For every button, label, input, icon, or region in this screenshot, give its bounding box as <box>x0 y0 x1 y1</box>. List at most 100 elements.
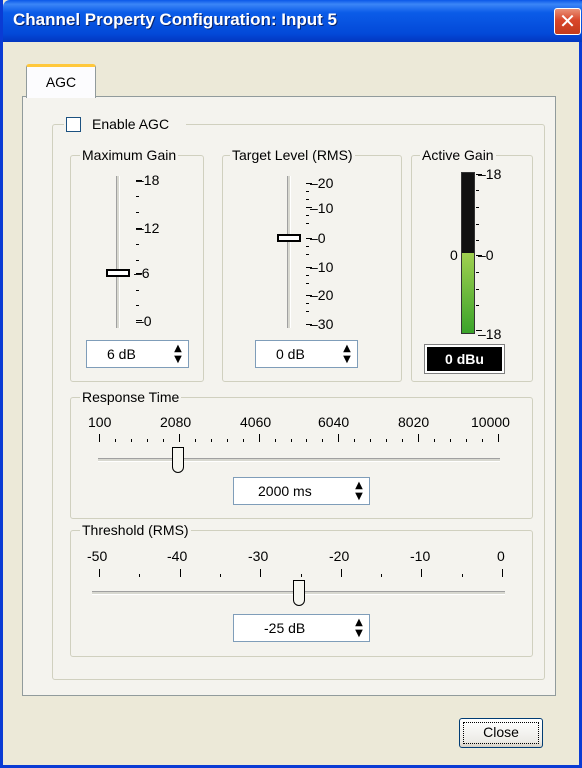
response-time-scale-label: 6040 <box>318 414 350 430</box>
close-button[interactable]: Close <box>459 718 543 748</box>
tick <box>306 254 309 255</box>
tick <box>306 303 309 304</box>
tick <box>434 439 436 442</box>
target-level-spin-buttons: ▲ ▼ <box>339 343 355 365</box>
active-gain-readout: 0 dBu <box>424 344 505 374</box>
spin-down-icon[interactable]: ▼ <box>170 354 186 365</box>
spin-up-icon[interactable]: ▲ <box>351 480 367 491</box>
tick <box>194 439 196 442</box>
tick <box>136 260 139 261</box>
response-time-slider-thumb[interactable] <box>172 447 184 473</box>
active-gain-legend: Active Gain <box>420 147 496 163</box>
response-time-spin-buttons: ▲ ▼ <box>351 480 367 502</box>
maximum-gain-stepper[interactable]: 6 dB ▲ ▼ <box>86 340 189 368</box>
threshold-slider-thumb[interactable] <box>293 580 305 606</box>
tick <box>306 199 309 200</box>
threshold-scale-label: -40 <box>167 548 188 564</box>
tick <box>178 434 180 442</box>
maximum-gain-value: 6 dB <box>107 346 136 362</box>
tick <box>274 439 276 442</box>
tick <box>99 569 100 577</box>
tick <box>502 569 503 577</box>
spin-up-icon[interactable]: ▲ <box>339 343 355 354</box>
maximum-gain-track <box>116 176 120 328</box>
threshold-scale-label: -30 <box>248 548 269 564</box>
response-time-value: 2000 ms <box>258 483 312 499</box>
response-time-scale-label: 100 <box>88 414 112 430</box>
spin-up-icon[interactable]: ▲ <box>170 343 186 354</box>
tick <box>258 434 260 442</box>
spin-down-icon[interactable]: ▼ <box>351 491 367 502</box>
tick <box>306 246 309 247</box>
title-bar[interactable]: Channel Property Configuration: Input 5 … <box>3 0 582 42</box>
tick <box>130 439 132 442</box>
spin-down-icon[interactable]: ▼ <box>351 628 367 639</box>
tick <box>306 439 308 442</box>
target-level-track <box>287 176 291 328</box>
tab-agc[interactable]: AGC <box>26 64 96 98</box>
tick <box>421 569 423 577</box>
response-time-scale-label: 10000 <box>471 414 510 430</box>
target-level-legend: Target Level (RMS) <box>230 147 355 163</box>
tick <box>306 283 309 284</box>
threshold-value: -25 dB <box>264 620 306 636</box>
maximum-gain-scale-label: –12 <box>136 220 160 236</box>
spin-down-icon[interactable]: ▼ <box>339 354 355 365</box>
threshold-legend: Threshold (RMS) <box>80 522 191 538</box>
tick <box>450 439 452 442</box>
close-icon[interactable]: ✕ <box>554 8 581 35</box>
tick <box>466 439 468 442</box>
target-level-scale-label: –10 <box>310 259 334 275</box>
tick <box>418 434 420 442</box>
tick <box>340 569 342 577</box>
target-level-scale-label: –0 <box>310 230 326 246</box>
tick <box>306 191 309 192</box>
response-time-scale-label: 8020 <box>398 414 430 430</box>
active-gain-zero-label: 0 <box>450 247 458 263</box>
response-time-legend: Response Time <box>80 389 182 405</box>
maximum-gain-legend: Maximum Gain <box>80 147 179 163</box>
tick <box>306 311 309 312</box>
tick <box>498 434 499 442</box>
tick <box>162 439 164 442</box>
tick <box>386 439 388 442</box>
tick <box>306 223 309 224</box>
tick <box>306 275 309 276</box>
tick <box>300 574 302 577</box>
tick <box>210 439 212 442</box>
enable-agc-checkbox[interactable] <box>66 117 81 132</box>
tick <box>476 207 479 208</box>
tick <box>381 574 383 577</box>
tick <box>136 196 139 197</box>
active-gain-scale-label: –18 <box>478 166 502 182</box>
tick <box>114 439 116 442</box>
active-gain-meter <box>461 172 475 334</box>
response-time-stepper[interactable]: 2000 ms ▲ ▼ <box>233 477 370 505</box>
maximum-gain-slider-thumb[interactable] <box>106 269 130 277</box>
tick <box>370 439 372 442</box>
tick <box>476 305 479 306</box>
tick <box>476 190 479 191</box>
tick <box>136 244 139 245</box>
tick <box>226 439 228 442</box>
tick <box>242 439 244 442</box>
tick <box>136 305 139 306</box>
tick <box>136 212 139 213</box>
spin-up-icon[interactable]: ▲ <box>351 617 367 628</box>
response-time-scale-label: 4060 <box>240 414 272 430</box>
maximum-gain-scale-label: –6 <box>134 265 150 281</box>
tick <box>146 439 148 442</box>
threshold-spin-buttons: ▲ ▼ <box>351 617 367 639</box>
tick <box>99 434 100 442</box>
target-level-slider-thumb[interactable] <box>277 234 301 242</box>
threshold-scale-label: -10 <box>410 548 431 564</box>
tick <box>482 439 484 442</box>
tick <box>476 272 479 273</box>
close-button-focus-ring <box>463 722 539 744</box>
threshold-scale-label: -50 <box>87 548 108 564</box>
tick <box>461 574 463 577</box>
threshold-stepper[interactable]: -25 dB ▲ ▼ <box>233 614 370 642</box>
target-level-stepper[interactable]: 0 dB ▲ ▼ <box>255 340 358 368</box>
tick <box>306 215 309 216</box>
target-level-scale-label: –20 <box>310 287 334 303</box>
